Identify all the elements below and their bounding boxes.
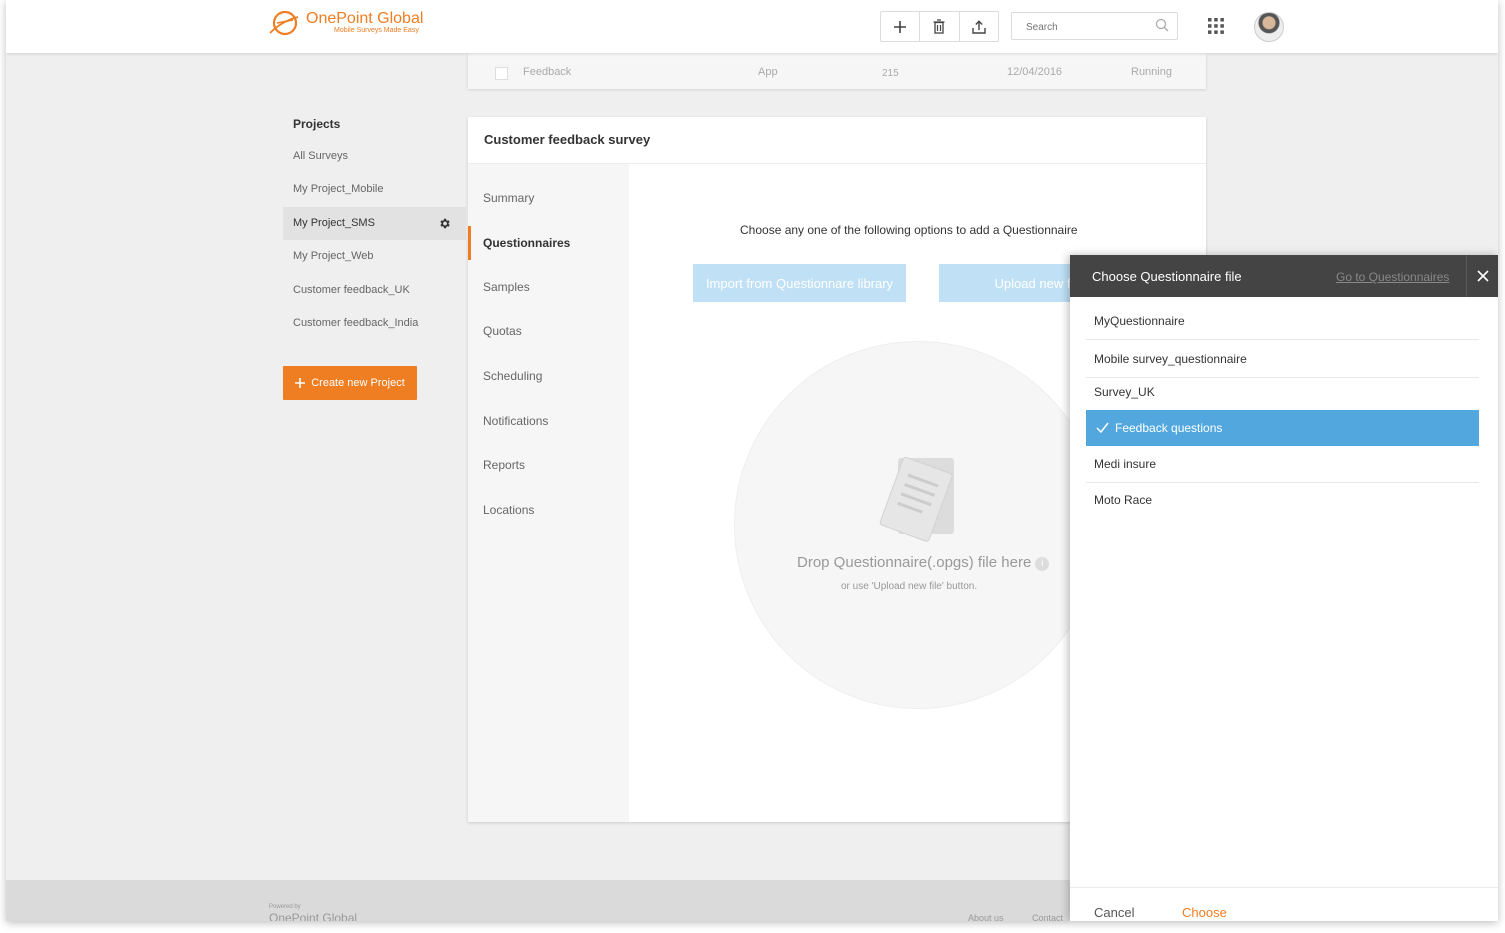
logo-icon: [269, 10, 299, 36]
toolbar-actions: [880, 11, 999, 42]
project-item-sms[interactable]: My Project_SMS: [283, 207, 466, 240]
checkmark-icon: [1096, 422, 1109, 433]
gear-icon[interactable]: [438, 217, 451, 230]
file-item-myquestionnaire[interactable]: MyQuestionnaire: [1086, 303, 1479, 340]
tab-summary[interactable]: Summary: [468, 181, 629, 215]
row-checkbox[interactable]: [495, 67, 508, 80]
export-button[interactable]: [960, 12, 998, 41]
tab-label: Locations: [483, 503, 535, 517]
import-library-button[interactable]: Import from Questionnare library: [693, 264, 906, 302]
project-item-label: My Project_Web: [293, 250, 374, 262]
plus-icon: [894, 20, 907, 33]
file-item-mobile-survey[interactable]: Mobile survey_questionnaire: [1086, 341, 1479, 378]
create-project-label: Create new Project: [311, 377, 405, 389]
search-input[interactable]: [1024, 17, 1148, 37]
file-item-label: Mobile survey_questionnaire: [1094, 352, 1247, 366]
file-item-label: Survey_UK: [1094, 385, 1155, 399]
file-item-label: Medi insure: [1094, 457, 1157, 471]
import-library-label: Import from Questionnare library: [705, 275, 894, 291]
row-count: 215: [882, 68, 899, 79]
tab-label: Notifications: [483, 414, 549, 428]
add-button[interactable]: [881, 12, 921, 41]
drop-instruction-text: Drop Questionnaire(.opgs) file here: [797, 554, 1032, 571]
file-item-moto-race[interactable]: Moto Race: [1086, 482, 1479, 518]
file-item-medi-insure[interactable]: Medi insure: [1086, 446, 1479, 483]
project-item-label: All Surveys: [293, 150, 349, 162]
project-item-label: My Project_Mobile: [293, 183, 384, 195]
top-header: OnePoint Global Mobile Surveys Made Easy: [6, 0, 1498, 53]
questionnaire-instruction: Choose any one of the following options …: [740, 223, 1078, 237]
search-icon[interactable]: [1155, 18, 1169, 32]
tab-label: Quotas: [483, 324, 522, 338]
row-status: Running: [1131, 66, 1172, 78]
file-item-feedback-questions[interactable]: Feedback questions: [1086, 410, 1479, 446]
tab-notifications[interactable]: Notifications: [468, 404, 629, 438]
project-item-feedback-uk[interactable]: Customer feedback_UK: [283, 274, 466, 307]
file-item-survey-uk[interactable]: Survey_UK: [1086, 374, 1479, 410]
tab-label: Scheduling: [483, 369, 543, 383]
footer-link-about[interactable]: About us: [968, 913, 1004, 921]
tab-quotas[interactable]: Quotas: [468, 314, 629, 348]
tab-label: Samples: [483, 280, 530, 294]
trash-icon: [933, 19, 945, 34]
project-item-mobile[interactable]: My Project_Mobile: [283, 173, 466, 206]
tab-label: Summary: [483, 191, 535, 205]
file-item-label: MyQuestionnaire: [1094, 314, 1185, 328]
projects-heading: Projects: [293, 117, 341, 131]
project-item-label: My Project_SMS: [293, 217, 375, 229]
file-item-label: Feedback questions: [1115, 421, 1223, 435]
panel-header: Choose Questionnaire file Go to Question…: [1070, 255, 1498, 297]
tab-label: Reports: [483, 458, 526, 472]
survey-subnav: Summary Questionnaires Samples Quotas Sc…: [468, 164, 629, 822]
tab-samples[interactable]: Samples: [468, 270, 629, 304]
delete-button[interactable]: [920, 12, 960, 41]
panel-title: Choose Questionnaire file: [1092, 269, 1242, 284]
panel-footer-divider: [1070, 887, 1498, 888]
choose-button[interactable]: Choose: [1182, 905, 1227, 920]
close-panel-button[interactable]: [1466, 255, 1498, 297]
tab-locations[interactable]: Locations: [468, 493, 629, 527]
footer-link-contact[interactable]: Contact: [1032, 913, 1063, 921]
plus-icon: [295, 378, 306, 388]
info-icon[interactable]: i: [1035, 557, 1050, 571]
project-item-label: Customer feedback_India: [293, 317, 419, 329]
project-item-all-surveys[interactable]: All Surveys: [283, 140, 466, 173]
go-to-questionnaires-link[interactable]: Go to Questionnaires: [1336, 270, 1449, 284]
user-avatar[interactable]: [1254, 12, 1284, 42]
project-item-feedback-india[interactable]: Customer feedback_India: [283, 307, 466, 340]
row-date: 12/04/2016: [1007, 66, 1063, 78]
brand-logo[interactable]: OnePoint Global Mobile Surveys Made Easy: [268, 6, 438, 42]
apps-grid-icon[interactable]: [1207, 17, 1225, 35]
footer-brand: OnePoint Global: [269, 911, 358, 921]
brand-tagline: Mobile Surveys Made Easy: [334, 27, 419, 34]
upload-icon: [972, 19, 986, 34]
survey-list-row[interactable]: Feedback App 215 12/04/2016 Running: [468, 53, 1206, 89]
survey-title: Customer feedback survey: [484, 132, 651, 147]
tab-label: Questionnaires: [483, 236, 571, 250]
row-name: Feedback: [523, 66, 572, 78]
drop-hint: or use 'Upload new file' button.: [841, 581, 978, 592]
project-item-web[interactable]: My Project_Web: [283, 240, 466, 273]
choose-questionnaire-panel: Choose Questionnaire file Go to Question…: [1070, 255, 1498, 921]
drop-instruction: Drop Questionnaire(.opgs) file here i: [797, 554, 1050, 571]
tab-questionnaires[interactable]: Questionnaires: [468, 226, 629, 260]
cancel-button[interactable]: Cancel: [1094, 905, 1134, 920]
app-window: OnePoint Global Mobile Surveys Made Easy: [6, 0, 1498, 921]
powered-by-label: Powered by: [269, 904, 301, 910]
create-project-button[interactable]: Create new Project: [283, 366, 417, 400]
tab-scheduling[interactable]: Scheduling: [468, 359, 629, 393]
document-icon: [879, 456, 954, 542]
tab-reports[interactable]: Reports: [468, 448, 629, 482]
brand-name: OnePoint Global: [306, 10, 424, 27]
search-box: [1011, 12, 1178, 40]
close-icon: [1477, 270, 1489, 282]
row-type: App: [758, 66, 778, 78]
file-item-label: Moto Race: [1094, 493, 1153, 507]
project-item-label: Customer feedback_UK: [293, 284, 410, 296]
